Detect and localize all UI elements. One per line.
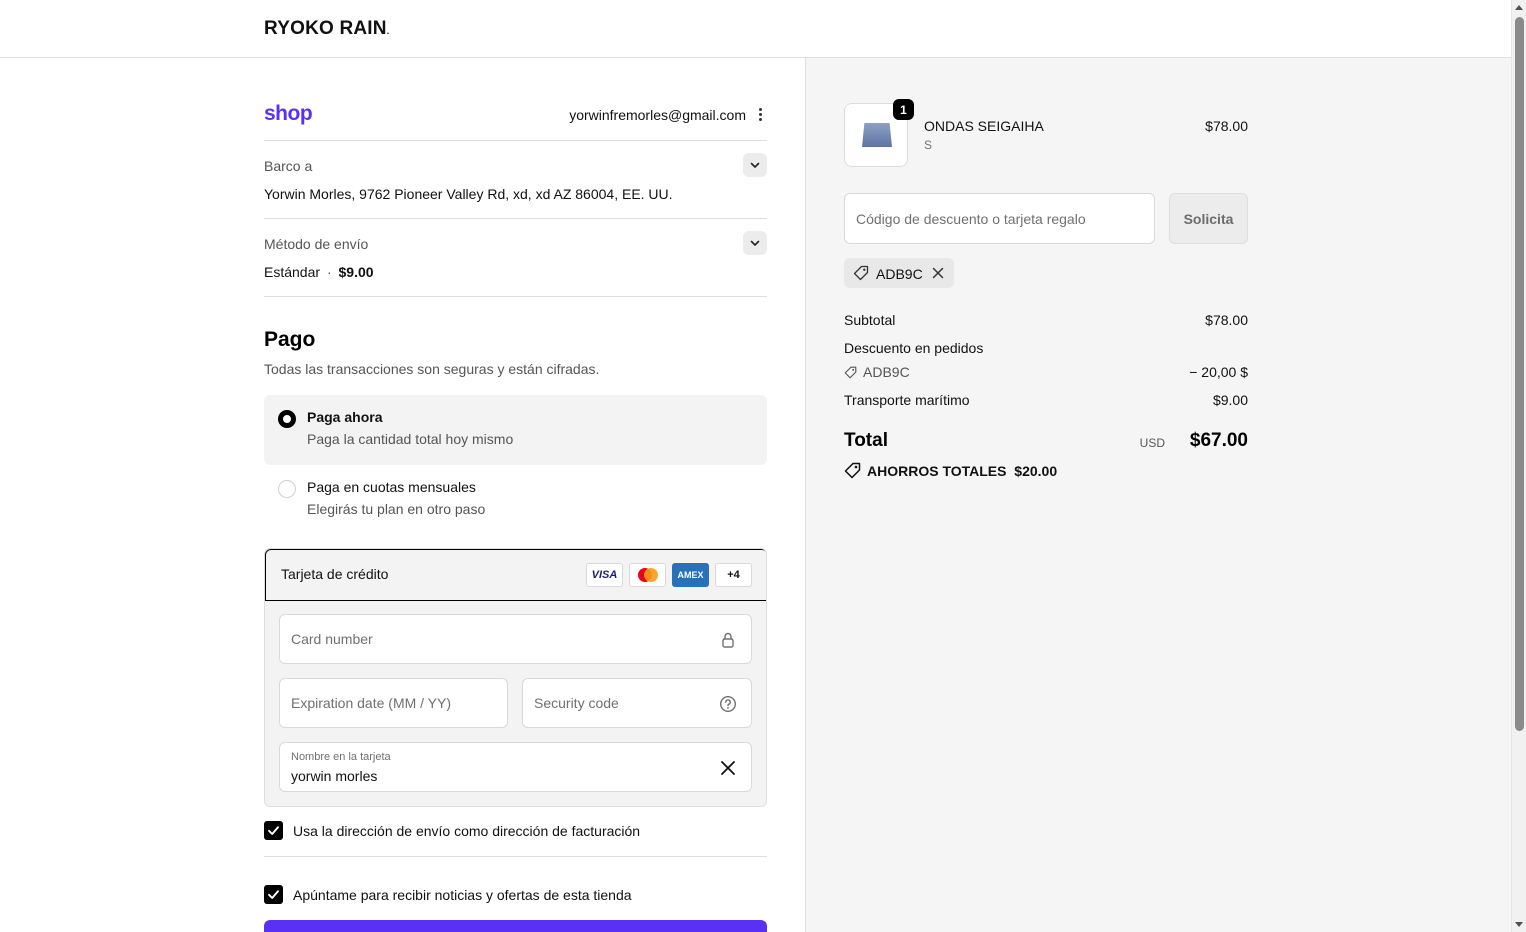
- divider: [264, 856, 767, 857]
- subtotal-row: Subtotal $78.00: [844, 312, 1248, 328]
- expiration-placeholder: Expiration date (MM / YY): [291, 695, 452, 711]
- shipping-method-name: Estándar: [264, 264, 321, 280]
- pay-now-option[interactable]: Paga ahora Paga la cantidad total hoy mi…: [264, 395, 767, 465]
- order-discount-code: ADB9C: [863, 364, 910, 380]
- more-cards-badge: +4: [715, 563, 752, 587]
- billing-same-label: Usa la dirección de envío como dirección…: [293, 823, 641, 839]
- newsletter-label: Apúntame para recibir noticias y ofertas…: [293, 887, 632, 903]
- pay-installments-radio[interactable]: [278, 480, 296, 498]
- credit-card-header[interactable]: Tarjeta de crédito VISA AMEX +4: [265, 549, 766, 601]
- shipping-row: Transporte marítimo $9.00: [844, 392, 1248, 408]
- total-label: Total: [844, 430, 888, 451]
- subtotal-label: Subtotal: [844, 312, 896, 328]
- remove-discount-icon[interactable]: [932, 267, 944, 279]
- tag-icon: [844, 462, 861, 479]
- order-discount-code-wrap: ADB9C: [844, 364, 910, 380]
- pay-installments-title: Paga en cuotas mensuales: [307, 479, 476, 495]
- applied-discount-chip: ADB9C: [844, 258, 954, 288]
- divider: [264, 140, 767, 141]
- shipping-method-price: $9.00: [338, 264, 374, 280]
- applied-discount-code: ADB9C: [876, 266, 923, 282]
- checkmark-icon: [268, 826, 279, 835]
- total-currency: USD: [1139, 436, 1165, 450]
- order-discount-label: Descuento en pedidos: [844, 340, 984, 356]
- name-on-card-value: yorwin morles: [291, 768, 378, 784]
- name-on-card-field[interactable]: Nombre en la tarjeta yorwin morles: [279, 742, 752, 792]
- shipping-method-value: Estándar · $9.00: [264, 264, 374, 280]
- pay-now-radio[interactable]: [278, 410, 296, 428]
- account-email: yorwinfremorles@gmail.com: [569, 107, 746, 123]
- shop-pay-logo: shop: [264, 102, 313, 125]
- quantity-badge: 1: [893, 99, 914, 120]
- ship-to-address: Yorwin Morles, 9762 Pioneer Valley Rd, x…: [264, 186, 673, 202]
- newsletter-row[interactable]: Apúntame para recibir noticias y ofertas…: [264, 883, 767, 907]
- chevron-down-icon: [750, 240, 760, 246]
- card-number-field[interactable]: Card number: [279, 614, 752, 664]
- pay-now-subtitle: Paga la cantidad total hoy mismo: [307, 431, 514, 447]
- payment-subtitle: Todas las transacciones son seguras y es…: [264, 361, 600, 377]
- security-code-field[interactable]: Security code: [522, 678, 752, 728]
- order-discount-row: Descuento en pedidos: [844, 340, 1248, 356]
- top-header: RYOKO RAIN.: [0, 0, 1511, 58]
- clear-icon[interactable]: [719, 759, 737, 777]
- shipping-label: Transporte marítimo: [844, 392, 970, 408]
- tag-icon: [853, 265, 869, 281]
- store-logo[interactable]: RYOKO RAIN.: [264, 18, 389, 40]
- credit-card-title: Tarjeta de crédito: [281, 566, 389, 582]
- discount-code-placeholder: Código de descuento o tarjeta regalo: [856, 211, 1086, 227]
- store-logo-mark: .: [386, 26, 390, 36]
- amex-logo-icon: AMEX: [672, 563, 709, 587]
- name-on-card-label: Nombre en la tarjeta: [291, 751, 391, 763]
- checkmark-icon: [268, 890, 279, 899]
- chevron-down-icon: [750, 162, 760, 168]
- newsletter-checkbox[interactable]: [264, 885, 283, 904]
- shipping-method-label: Método de envío: [264, 236, 369, 252]
- product-price: $78.00: [1205, 118, 1248, 134]
- credit-card-section: Tarjeta de crédito VISA AMEX +4 Card num…: [264, 548, 767, 807]
- product-variant: S: [924, 138, 933, 152]
- pay-installments-option[interactable]: Paga en cuotas mensuales Elegirás tu pla…: [264, 465, 767, 535]
- store-logo-text: RYOKO RAIN: [264, 18, 387, 39]
- product-image: [862, 123, 892, 147]
- shop-account-row: shop yorwinfremorles@gmail.com: [264, 102, 767, 140]
- divider: [264, 218, 767, 219]
- discount-code-input[interactable]: Código de descuento o tarjeta regalo: [844, 193, 1155, 244]
- ship-to-label: Barco a: [264, 158, 313, 174]
- scroll-down-arrow-icon[interactable]: [1515, 922, 1523, 927]
- total-savings: AHORROS TOTALES $20.00: [844, 462, 1057, 479]
- savings-value: $20.00: [1014, 463, 1058, 479]
- billing-same-as-shipping-row[interactable]: Usa la dirección de envío como dirección…: [264, 819, 767, 843]
- savings-label: AHORROS TOTALES: [867, 463, 1007, 479]
- scroll-up-arrow-icon[interactable]: [1515, 5, 1523, 10]
- help-circle-icon[interactable]: [719, 695, 737, 713]
- pay-now-button[interactable]: [264, 920, 767, 932]
- ship-to-expand-button[interactable]: [743, 153, 767, 177]
- apply-discount-button[interactable]: Solicita: [1169, 193, 1248, 244]
- lock-icon: [722, 632, 734, 648]
- visa-logo-icon: VISA: [586, 563, 623, 587]
- card-number-placeholder: Card number: [291, 631, 373, 647]
- shipping-value: $9.00: [1212, 392, 1248, 408]
- expiration-date-field[interactable]: Expiration date (MM / YY): [279, 678, 508, 728]
- pay-now-title: Paga ahora: [307, 409, 383, 425]
- security-code-placeholder: Security code: [534, 695, 619, 711]
- billing-same-checkbox[interactable]: [264, 821, 283, 840]
- divider: [264, 296, 767, 297]
- subtotal-value: $78.00: [1205, 312, 1248, 328]
- scroll-thumb[interactable]: [1515, 17, 1524, 731]
- product-name: ONDAS SEIGAIHA: [924, 118, 1044, 134]
- order-summary-panel: [805, 58, 1511, 932]
- payment-heading: Pago: [264, 328, 316, 351]
- mastercard-logo-icon: [629, 563, 666, 587]
- more-options-icon[interactable]: [759, 108, 763, 124]
- order-discount-value: − 20,00 $: [1189, 364, 1248, 380]
- page-scrollbar[interactable]: [1511, 0, 1526, 932]
- shipping-method-expand-button[interactable]: [743, 231, 767, 255]
- pay-installments-subtitle: Elegirás tu plan en otro paso: [307, 501, 486, 517]
- total-amount: $67.00: [1189, 430, 1248, 451]
- tag-icon: [844, 366, 857, 379]
- separator-dot: ·: [326, 264, 332, 280]
